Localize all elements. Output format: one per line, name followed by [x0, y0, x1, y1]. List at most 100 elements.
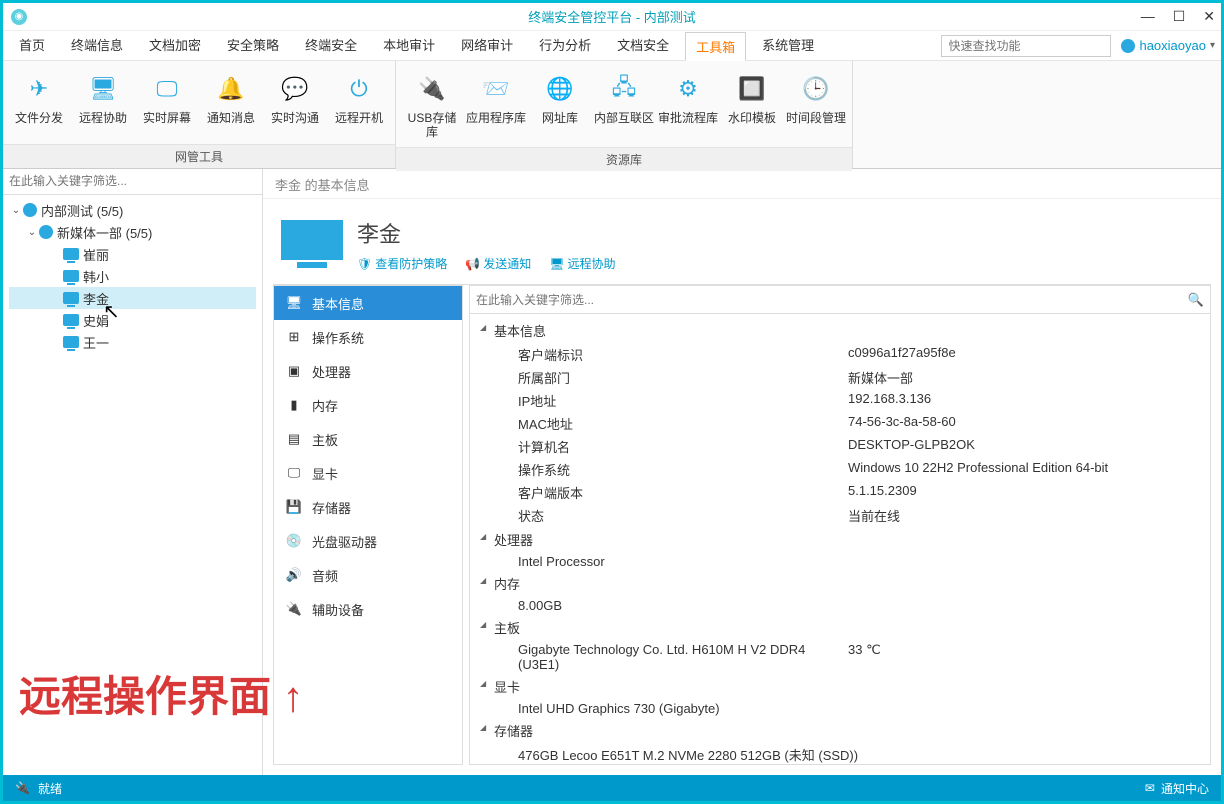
menu-tab[interactable]: 网络审计 [451, 31, 523, 60]
app-icon: ◉ [11, 9, 27, 25]
category-label: 辅助设备 [312, 600, 364, 619]
category-item[interactable]: 🔌辅助设备 [274, 592, 462, 626]
megaphone-icon: 📢 [465, 257, 480, 271]
send-notify-link[interactable]: 📢发送通知 [465, 255, 531, 272]
detail-pane: 李金 的基本信息 李金 🛡查看防护策略 📢发送通知 🖥远程协助 🖥基本信息⊞操作… [263, 169, 1221, 775]
section-cpu[interactable]: 处理器 [470, 527, 1210, 552]
section-memory[interactable]: 内存 [470, 571, 1210, 596]
property-key: IP地址 [518, 391, 848, 410]
props-filter-input[interactable] [476, 293, 1188, 307]
ribbon-label: 内部互联区 [594, 111, 654, 125]
close-button[interactable]: ✕ [1203, 8, 1215, 25]
category-item[interactable]: 🔊音频 [274, 558, 462, 592]
property-value: 192.168.3.136 [848, 391, 1210, 410]
section-gpu[interactable]: 显卡 [470, 674, 1210, 699]
status-ready: 就绪 [38, 780, 62, 797]
group-icon [39, 225, 53, 239]
tree-leaf-label: 王一 [83, 333, 109, 352]
mail-icon[interactable]: ✉ [1145, 781, 1155, 795]
properties-body: 基本信息 客户端标识c0996a1f27a95f8e所属部门新媒体一部IP地址1… [470, 314, 1210, 764]
ribbon-item[interactable]: 🖵实时屏幕 [135, 67, 199, 142]
tree-filter-input[interactable] [9, 171, 256, 191]
category-item[interactable]: ▤主板 [274, 422, 462, 456]
tool-icon: 🔲 [736, 73, 768, 105]
search-icon[interactable]: 🔍 [1188, 292, 1204, 308]
ribbon-label: 文件分发 [15, 111, 63, 125]
property-value: Windows 10 22H2 Professional Edition 64-… [848, 460, 1210, 479]
menu-tab[interactable]: 终端信息 [61, 31, 133, 60]
tree-leaf[interactable]: 王一 [9, 331, 256, 353]
tree-root-label: 内部测试 (5/5) [41, 201, 123, 220]
ribbon-item[interactable]: 🔲水印模板 [720, 67, 784, 145]
category-label: 存储器 [312, 498, 351, 517]
properties-pane: 🔍 基本信息 客户端标识c0996a1f27a95f8e所属部门新媒体一部IP地… [469, 285, 1211, 765]
ribbon-item[interactable]: ⏻远程开机 [327, 67, 391, 142]
motherboard-value: Gigabyte Technology Co. Ltd. H610M H V2 … [518, 642, 848, 672]
tree-leaf[interactable]: 韩小 [9, 265, 256, 287]
category-icon: 🖥 [286, 295, 302, 311]
pc-icon [63, 270, 79, 282]
quick-search-input[interactable] [941, 35, 1111, 57]
tool-icon: 🖥 [87, 73, 119, 105]
section-storage[interactable]: 存储器 [470, 718, 1210, 743]
storage-value: 476GB Lecoo E651T M.2 NVMe 2280 512GB (未… [470, 743, 1210, 764]
tree-leaf[interactable]: 李金 [9, 287, 256, 309]
menu-tab[interactable]: 本地审计 [373, 31, 445, 60]
category-item[interactable]: ▣处理器 [274, 354, 462, 388]
menu-tab[interactable]: 安全策略 [217, 31, 289, 60]
category-item[interactable]: ⊞操作系统 [274, 320, 462, 354]
menu-tab[interactable]: 行为分析 [529, 31, 601, 60]
category-item[interactable]: ▮内存 [274, 388, 462, 422]
breadcrumb: 李金 的基本信息 [263, 169, 1221, 199]
section-basic[interactable]: 基本信息 [470, 318, 1210, 343]
tool-icon: 🔔 [215, 73, 247, 105]
category-icon: 💾 [286, 499, 302, 515]
statusbar: 🔌 就绪 ✉ 通知中心 [3, 775, 1221, 801]
category-icon: ▤ [286, 431, 302, 447]
chevron-down-icon: ▾ [1210, 40, 1215, 51]
menu-tab[interactable]: 首页 [9, 31, 55, 60]
motherboard-temp: 33 ℃ [848, 642, 1210, 672]
menu-tab[interactable]: 终端安全 [295, 31, 367, 60]
ribbon-item[interactable]: ⚙审批流程库 [656, 67, 720, 145]
category-label: 光盘驱动器 [312, 532, 377, 551]
category-label: 音频 [312, 566, 338, 585]
remote-assist-link[interactable]: 🖥远程协助 [549, 255, 615, 272]
menu-tab[interactable]: 系统管理 [752, 31, 824, 60]
device-tree-pane: ⌄ 内部测试 (5/5) ⌄ 新媒体一部 (5/5) 崔丽韩小李金史娟王一 ↖ … [3, 169, 263, 775]
category-item[interactable]: 💿光盘驱动器 [274, 524, 462, 558]
category-item[interactable]: 🖥基本信息 [274, 286, 462, 320]
pc-icon [63, 292, 79, 304]
property-value: 5.1.15.2309 [848, 483, 1210, 502]
ribbon-item[interactable]: 🔌USB存储库 [400, 67, 464, 145]
notify-center[interactable]: 通知中心 [1161, 780, 1209, 797]
category-item[interactable]: 💾 存储器 [274, 490, 462, 524]
menu-tab[interactable]: 文档加密 [139, 31, 211, 60]
ribbon-item[interactable]: 🌐网址库 [528, 67, 592, 145]
ribbon-item[interactable]: 🖥远程协助 [71, 67, 135, 142]
ribbon-item[interactable]: 🖧内部互联区 [592, 67, 656, 145]
tree-leaf[interactable]: 崔丽 [9, 243, 256, 265]
category-item[interactable]: 🖵显卡 [274, 456, 462, 490]
view-policy-link[interactable]: 🛡查看防护策略 [357, 255, 447, 272]
ribbon-label: USB存储库 [402, 111, 462, 139]
menu-tab[interactable]: 文档安全 [607, 31, 679, 60]
ribbon-item[interactable]: 📨应用程序库 [464, 67, 528, 145]
menu-tab[interactable]: 工具箱 [685, 32, 746, 61]
section-motherboard[interactable]: 主板 [470, 615, 1210, 640]
user-menu[interactable]: haoxiaoyao ▾ [1121, 38, 1215, 53]
tree-leaf[interactable]: 史娟 [9, 309, 256, 331]
maximize-button[interactable]: ☐ [1173, 8, 1186, 25]
ribbon-item[interactable]: 🕒时间段管理 [784, 67, 848, 145]
ribbon-item[interactable]: 🔔通知消息 [199, 67, 263, 142]
cpu-value: Intel Processor [470, 552, 1210, 571]
pc-icon [63, 248, 79, 260]
minimize-button[interactable]: — [1141, 8, 1155, 25]
tree-leaf-label: 韩小 [83, 267, 109, 286]
ribbon-item[interactable]: ✈文件分发 [7, 67, 71, 142]
tree-group[interactable]: ⌄ 新媒体一部 (5/5) [9, 221, 256, 243]
caret-down-icon: ⌄ [9, 205, 23, 216]
tree-root[interactable]: ⌄ 内部测试 (5/5) [9, 199, 256, 221]
ribbon-item[interactable]: 💬实时沟通 [263, 67, 327, 142]
shield-icon: 🛡 [357, 257, 372, 271]
